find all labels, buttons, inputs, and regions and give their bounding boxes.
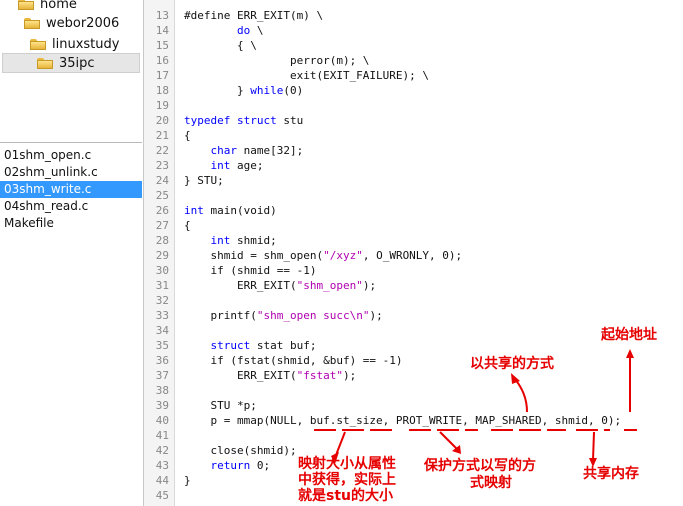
annotation-start-address: 起始地址 bbox=[601, 327, 657, 343]
annotation-shm: 共享内存 bbox=[583, 466, 639, 482]
annotation-prot-1: 保护方式以写的方 bbox=[424, 458, 536, 474]
arrow-shmid bbox=[592, 431, 595, 461]
arrow-shared bbox=[514, 378, 528, 413]
annotation-size-3: 就是stu的大小 bbox=[298, 488, 393, 504]
arrow-prot bbox=[439, 431, 459, 451]
annotation-size-2: 中获得，实际上 bbox=[298, 472, 396, 488]
annotation-size-1: 映射大小从属性 bbox=[298, 456, 396, 472]
arrowhead bbox=[626, 349, 634, 358]
annotation-prot-2: 式映射 bbox=[470, 475, 512, 491]
arrow-size bbox=[335, 431, 346, 456]
annotation-shared-mode: 以共享的方式 bbox=[470, 356, 554, 372]
annotation-overlay bbox=[314, 349, 637, 467]
